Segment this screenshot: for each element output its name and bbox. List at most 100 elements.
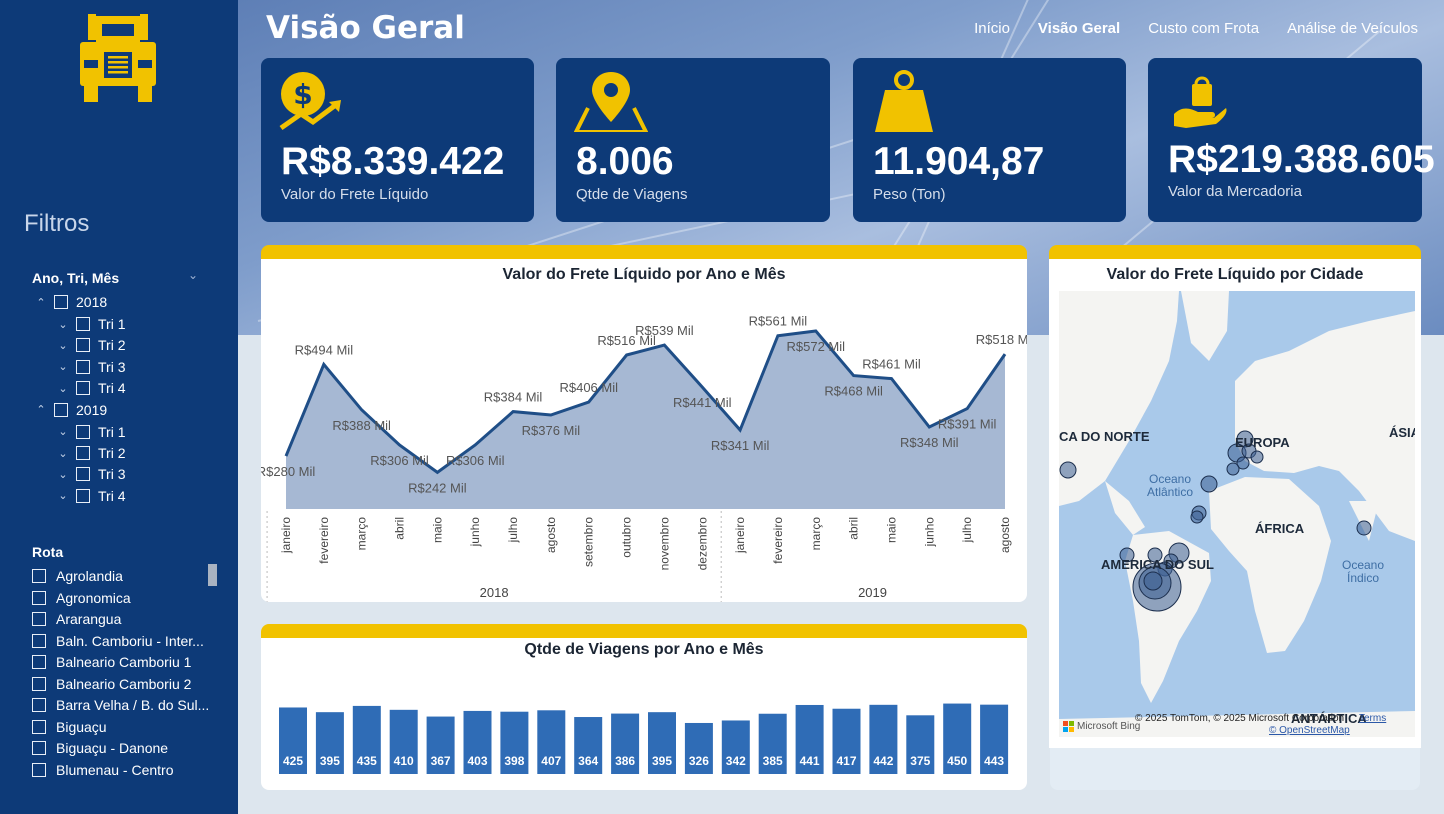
map-pin-icon: [574, 72, 648, 132]
tree-label: Tri 1: [98, 423, 126, 440]
rota-item[interactable]: Barra Velha / B. do Sul...: [32, 695, 209, 715]
chevron-down-icon[interactable]: ⌄: [54, 489, 72, 502]
date-filter-header[interactable]: Ano, Tri, Mês: [32, 270, 119, 286]
rota-item[interactable]: Balneario Camboriu 1: [32, 652, 191, 672]
x-tick-label: julho: [960, 517, 974, 544]
x-tick-label: janeiro: [279, 517, 293, 554]
city-map[interactable]: CA DO NORTE EUROPA ÁSIA ÁFRICA AMERICA D…: [1059, 291, 1415, 737]
checkbox[interactable]: [32, 698, 46, 712]
x-tick-label: maio: [430, 517, 444, 543]
tree-year-2018[interactable]: ⌃ 2018: [32, 292, 107, 312]
checkbox[interactable]: [76, 317, 90, 331]
svg-text:$: $: [293, 78, 312, 111]
checkbox[interactable]: [76, 488, 90, 503]
x-tick-label: agosto: [998, 517, 1012, 553]
checkbox[interactable]: [76, 359, 90, 374]
kpi-label: Valor do Frete Líquido: [281, 186, 429, 203]
checkbox[interactable]: [32, 719, 46, 734]
map-footer: Microsoft Bing © 2025 TomTom, © 2025 Mic…: [1059, 713, 1415, 737]
rota-item[interactable]: Biguaçu: [32, 717, 107, 737]
checkbox[interactable]: [32, 676, 46, 691]
tree-year-2019[interactable]: ⌃ 2019: [32, 400, 107, 420]
rota-item[interactable]: Agrolandia: [32, 566, 123, 586]
checkbox[interactable]: [32, 655, 46, 669]
viagens-bar-chart[interactable]: 425 395 435 410 367 403 398 407 364 386 395 326 342 3…: [261, 638, 1027, 790]
chevron-down-icon[interactable]: ⌄: [54, 468, 72, 481]
hand-bag-icon: [1174, 76, 1227, 128]
map-label-europe: EUROPA: [1235, 435, 1290, 450]
data-label: R$306 Mil: [370, 453, 429, 468]
x-tick-label: fevereiro: [771, 517, 785, 564]
tree-label: Tri 3: [98, 466, 126, 483]
tree-quarter[interactable]: ⌄ Tri 1: [54, 314, 125, 334]
nav-analise-veiculos[interactable]: Análise de Veículos: [1287, 20, 1418, 37]
bar-value-label: 342: [726, 754, 746, 768]
chevron-down-icon[interactable]: ⌄: [54, 382, 72, 395]
rota-item[interactable]: Blumenau - Centro: [32, 760, 174, 780]
checkbox[interactable]: [76, 446, 90, 460]
x-tick-label: março: [809, 517, 823, 551]
nav-visao-geral[interactable]: Visão Geral: [1038, 20, 1120, 37]
chevron-down-icon[interactable]: ⌄: [54, 339, 72, 352]
chevron-down-icon[interactable]: ⌄: [54, 360, 72, 373]
data-label: R$441 Mil: [673, 395, 732, 410]
data-label: R$406 Mil: [559, 380, 618, 395]
map-panel: Valor do Frete Líquido por Cidade CA DO …: [1049, 245, 1421, 748]
rota-label: Balneario Camboriu 2: [56, 675, 192, 692]
chevron-down-icon[interactable]: ⌄: [188, 268, 198, 282]
chevron-down-icon[interactable]: ⌄: [54, 447, 72, 460]
rota-label: Blumenau - Centro: [56, 761, 174, 778]
checkbox[interactable]: [76, 381, 90, 396]
bar-value-label: 403: [467, 754, 487, 768]
tree-quarter[interactable]: ⌄ Tri 2: [54, 335, 125, 355]
x-tick-label: junho: [922, 517, 936, 548]
checkbox[interactable]: [32, 762, 46, 777]
map-label-africa: ÁFRICA: [1255, 521, 1305, 536]
data-label: R$391 Mil: [938, 417, 997, 432]
tree-quarter[interactable]: ⌄ Tri 3: [54, 464, 125, 484]
checkbox[interactable]: [76, 424, 90, 439]
data-label: R$388 Mil: [332, 418, 391, 433]
rota-item[interactable]: Balneario Camboriu 2: [32, 674, 191, 694]
x-tick-label: fevereiro: [317, 517, 331, 564]
checkbox[interactable]: [76, 467, 90, 482]
rota-item[interactable]: Ararangua: [32, 609, 121, 629]
checkbox[interactable]: [32, 590, 46, 605]
checkbox[interactable]: [54, 402, 68, 417]
chevron-down-icon[interactable]: ⌄: [54, 318, 72, 331]
nav-custo-frota[interactable]: Custo com Frota: [1148, 20, 1259, 37]
tree-label: Tri 1: [98, 316, 126, 332]
rota-label: Agrolandia: [56, 568, 123, 584]
map-label-atlantic: Oceano Atlântico: [1146, 472, 1194, 499]
checkbox[interactable]: [32, 612, 46, 626]
rota-item[interactable]: Baln. Camboriu - Inter...: [32, 631, 204, 651]
tree-quarter[interactable]: ⌄ Tri 2: [54, 443, 125, 463]
tree-quarter[interactable]: ⌄ Tri 4: [54, 486, 125, 506]
tree-quarter[interactable]: ⌄ Tri 4: [54, 378, 125, 398]
rota-scrollbar[interactable]: [208, 564, 217, 586]
checkbox[interactable]: [32, 569, 46, 583]
chevron-up-icon[interactable]: ⌃: [32, 296, 50, 309]
chevron-down-icon[interactable]: ⌄: [54, 425, 72, 438]
bar-value-label: 364: [578, 754, 598, 768]
chevron-up-icon[interactable]: ⌃: [32, 403, 50, 416]
rota-item[interactable]: Agronomica: [32, 588, 131, 608]
map-osm-link[interactable]: © OpenStreetMap: [1269, 725, 1350, 736]
nav-inicio[interactable]: Início: [974, 20, 1010, 37]
bar-value-label: 395: [320, 754, 340, 768]
rota-label: Balneario Camboriu 1: [56, 654, 192, 670]
map-terms-link[interactable]: Terms: [1359, 713, 1386, 724]
data-label: R$494 Mil: [295, 342, 354, 357]
x-tick-label: março: [355, 517, 369, 551]
data-label: R$341 Mil: [711, 438, 770, 453]
data-label: R$306 Mil: [446, 453, 505, 468]
rota-item[interactable]: Biguaçu - Danone: [32, 738, 168, 758]
checkbox[interactable]: [76, 338, 90, 353]
tree-quarter[interactable]: ⌄ Tri 3: [54, 357, 125, 377]
tree-quarter[interactable]: ⌄ Tri 1: [54, 422, 125, 442]
checkbox[interactable]: [32, 741, 46, 755]
x-tick-label: setembro: [582, 517, 596, 567]
frete-area-chart[interactable]: R$280 Mil janeiro R$494 Mil fevereiro R$388 …: [261, 259, 1027, 602]
checkbox[interactable]: [32, 633, 46, 648]
checkbox[interactable]: [54, 295, 68, 309]
